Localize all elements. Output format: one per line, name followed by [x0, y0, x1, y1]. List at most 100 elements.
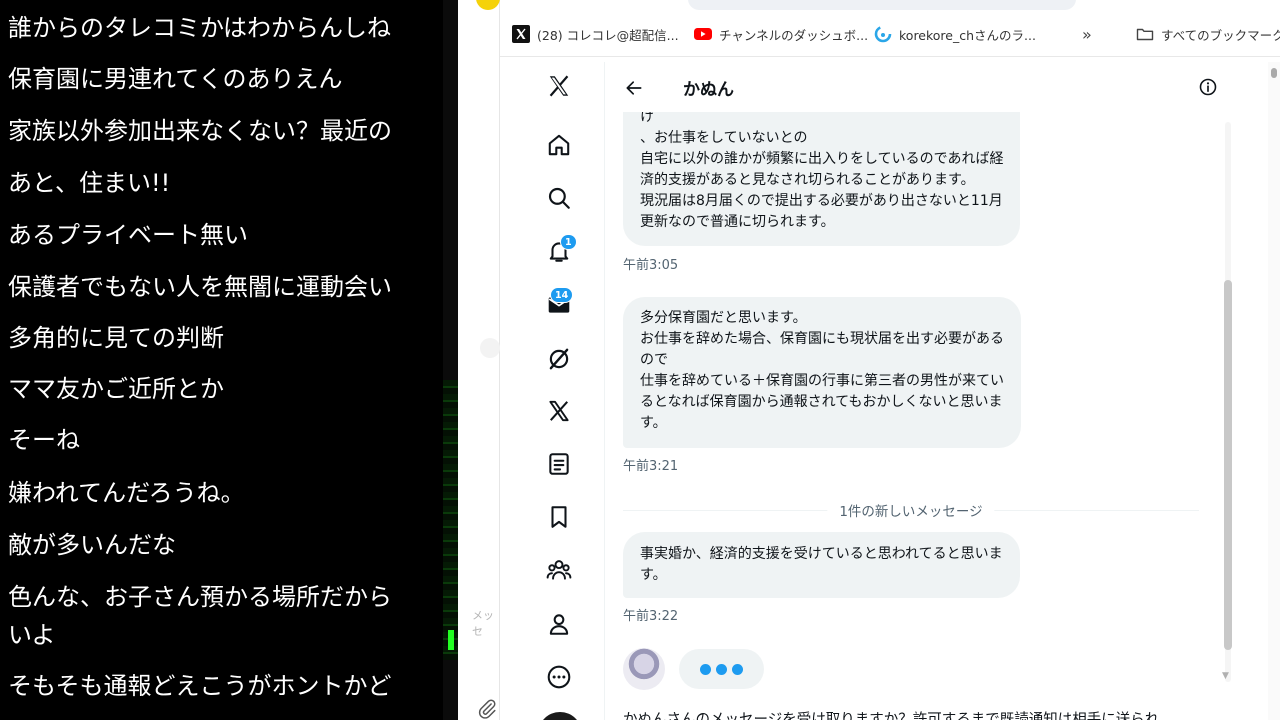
message-line: 仕事を辞めている＋保育園の行事に第三者の男性が来てい	[640, 373, 1004, 389]
bookmark-youtube-dashboard[interactable]: チャンネルのダッシュボ...	[694, 24, 868, 44]
new-messages-label: 1件の新しいメッセージ	[827, 500, 995, 520]
conversation-info-button[interactable]	[1195, 74, 1221, 100]
message-line: す。	[640, 567, 667, 583]
message-line: 更新なので普通に切られます。	[640, 214, 835, 230]
nav-bookmarks[interactable]	[542, 500, 576, 534]
bookmarks-bar: (28) コレコレ@超配信... チャンネルのダッシュボ... korekore…	[500, 14, 1280, 52]
all-bookmarks-button[interactable]: すべてのブックマーク	[1136, 24, 1280, 44]
conversation-title: かぬん	[683, 80, 734, 100]
dm-conversation: かぬん け 、お仕事をしていないとの 自宅に以外の誰かが頻繁に出入りをしているの…	[606, 62, 1248, 720]
nav-explore[interactable]	[542, 181, 576, 215]
page-scrollbar[interactable]	[1268, 62, 1280, 720]
x-home-logo[interactable]	[542, 69, 576, 103]
message-bubble[interactable]: 多分保育園だと思います。 お仕事を辞めた場合、保育園にも現状届を出す必要がある …	[623, 297, 1021, 448]
comment-line: 保育園に男連れてくのありえん	[8, 65, 343, 93]
page-scroll-thumb[interactable]	[1271, 68, 1277, 78]
folder-icon	[1136, 25, 1154, 43]
messages-badge: 14	[550, 287, 574, 303]
nav-premium[interactable]	[542, 394, 576, 428]
sender-avatar[interactable]	[623, 648, 665, 690]
search-icon	[548, 187, 570, 209]
more-circle-icon	[547, 665, 571, 689]
message-line: す。	[640, 415, 667, 431]
x-logo-icon	[549, 400, 569, 422]
message-timestamp: 午前3:05	[623, 258, 679, 273]
profile-icon	[549, 614, 569, 635]
info-icon	[1199, 78, 1217, 96]
message-line: 、お仕事をしていないとの	[640, 130, 808, 146]
message-line: るとなれば保育園から通報されてもおかしくないと思いま	[640, 394, 1003, 410]
home-icon	[548, 134, 570, 156]
message-request-prompt: かぬんさんのメッセージを受け取りますか？許可するまで既読通知は相手に送られ	[623, 712, 1160, 720]
faded-circle-icon	[480, 338, 500, 358]
message-line: 事実婚か、経済的支援を受けていると思われてると思いま	[640, 546, 1003, 562]
nav-communities[interactable]	[542, 553, 576, 587]
typing-dot	[700, 663, 711, 675]
typing-dot	[732, 663, 743, 675]
communities-icon	[546, 560, 572, 580]
back-button[interactable]	[620, 74, 648, 102]
conversation-scrollbar[interactable]: ▼	[1222, 122, 1234, 682]
bookmark-icon	[551, 506, 567, 528]
list-document-icon	[549, 453, 569, 475]
account-avatar[interactable]	[538, 712, 582, 720]
nav-profile[interactable]	[542, 607, 576, 641]
bookmark-label: korekore_chさんのラ...	[899, 27, 1036, 43]
message-stub: メッセ	[472, 609, 494, 638]
bookmarks-overflow-button[interactable]: »	[1082, 24, 1092, 44]
comment-line: 保護者でもない人を無闇に運動会い	[8, 273, 392, 301]
toolbar-divider	[500, 56, 1280, 57]
message-line: ので	[640, 352, 668, 368]
message-line: 現況届は8月届くので提出する必要があり出さないと11月	[640, 193, 1003, 209]
scroll-down-arrow[interactable]: ▼	[1222, 671, 1229, 681]
comment-line: 誰からのタレコミかはわからんしね	[8, 14, 392, 42]
paperclip-icon[interactable]	[476, 698, 498, 720]
message-timestamp: 午前3:21	[623, 459, 679, 474]
background-window-edge: メッセ	[458, 0, 500, 720]
yellow-circle-icon	[476, 0, 500, 10]
comment-line: 家族以外参加出来なくない？最近の	[8, 117, 392, 145]
comment-line: 色んな、お子さん預かる場所だから	[8, 583, 392, 611]
nav-more[interactable]	[542, 660, 576, 694]
bookmark-label: (28) コレコレ@超配信...	[537, 27, 679, 43]
typing-indicator	[679, 649, 764, 689]
bookmark-x-profile[interactable]: (28) コレコレ@超配信...	[512, 24, 679, 44]
video-edge-green	[443, 380, 458, 660]
comment-line: ママ友かご近所とか	[8, 375, 224, 403]
comment-line: 敵が多いんだな	[8, 531, 176, 559]
nav-home[interactable]	[542, 128, 576, 162]
comment-overlay: 誰からのタレコミかはわからんしね 保育園に男連れてくのありえん 家族以外参加出来…	[0, 0, 443, 720]
x-logo-icon	[512, 25, 530, 43]
comment-line: そもそも通報どえこうがホントかど	[8, 672, 392, 700]
message-timestamp: 午前3:22	[623, 609, 679, 624]
comment-line: あるプライベート無い	[8, 221, 248, 249]
bookmark-label: チャンネルのダッシュボ...	[719, 27, 869, 43]
new-messages-divider: 1件の新しいメッセージ	[623, 500, 1199, 520]
message-bubble[interactable]: 事実婚か、経済的支援を受けていると思われてると思いま す。	[623, 532, 1020, 598]
comment-line: いよ	[8, 621, 56, 649]
comment-line: あと、住まい!!	[8, 169, 171, 197]
scroll-thumb[interactable]	[1224, 280, 1232, 650]
message-line: お仕事を辞めた場合、保育園にも現状届を出す必要がある	[640, 331, 1004, 347]
comment-line: 多角的に見ての判断	[8, 324, 224, 352]
grok-icon	[549, 348, 569, 370]
typing-dot	[716, 663, 727, 675]
bookmark-label: すべてのブックマーク	[1161, 27, 1280, 43]
address-bar-edge[interactable]	[688, 0, 1076, 10]
message-line: 多分保育園だと思います。	[640, 310, 807, 326]
bookmark-twitcasting[interactable]: korekore_chさんのラ...	[874, 24, 1036, 44]
message-line: け	[640, 112, 654, 125]
message-line: 済的支援があると見なされ切られることがあります。	[640, 172, 975, 188]
x-sidebar-nav: 1 14	[500, 62, 605, 720]
nav-grok[interactable]	[542, 342, 576, 376]
message-bubble[interactable]: け 、お仕事をしていないとの 自宅に以外の誰かが頻繁に出入りをしているのであれば…	[623, 112, 1021, 246]
arrow-left-icon	[626, 81, 642, 95]
comment-line: 嫌われてんだろうね。	[8, 479, 245, 507]
twitcasting-icon	[874, 25, 892, 43]
comment-line: そーね	[8, 426, 80, 454]
message-line: 自宅に以外の誰かが頻繁に出入りをしているのであれば経	[640, 151, 1004, 167]
nav-lists[interactable]	[542, 447, 576, 481]
x-logo-icon	[549, 75, 569, 97]
notifications-badge: 1	[560, 234, 577, 250]
dm-header: かぬん	[606, 62, 1248, 112]
